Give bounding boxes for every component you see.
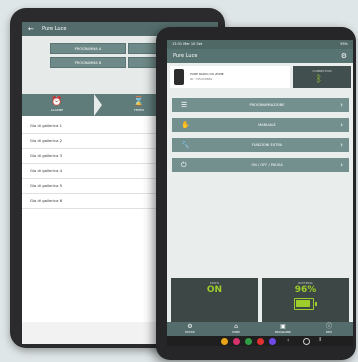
front-tablet-screen: 13:31 Mer 10 Set 95% Pure Luce ⚙ PURE RA… [167, 40, 353, 346]
recents-nav-icon[interactable]: ⦀ [319, 337, 321, 343]
battery-tip [315, 302, 317, 306]
nav-programs[interactable]: ▣ PROGRAMMI [260, 322, 306, 336]
nav-home[interactable]: ⌂ HOME [213, 322, 259, 336]
chevron-right-icon: › [340, 141, 343, 149]
status-value: ON [206, 285, 223, 295]
device-card[interactable]: PURE RADIO DO ZONE ID: 745430665 [170, 66, 290, 88]
power-icon: ⏻ [181, 161, 187, 169]
app-bar: Pure Luce ⚙ [167, 49, 353, 63]
home-nav-icon[interactable] [303, 338, 310, 345]
program-b-button[interactable]: PROGRAMMA B [50, 57, 126, 68]
battery-panel: BATTERIA 96% [262, 278, 349, 322]
bottom-nav: ⚙ DEVICE ⌂ HOME ▣ PROGRAMMI ⓘ INFO [167, 322, 353, 336]
nav-info[interactable]: ⓘ INFO [306, 322, 352, 336]
battery-fill [296, 300, 311, 307]
menu-programming-button[interactable]: ☰ PROGRAMMAZIONE › [172, 98, 349, 112]
system-nav-bar: ‹ ⦀ [167, 336, 353, 346]
alarm-clock-icon: ⏰ [51, 97, 63, 107]
step-alarm[interactable]: ⏰ ALARME [22, 94, 92, 116]
app-shortcut-icon[interactable] [269, 338, 276, 345]
menu-power-button[interactable]: ⏻ ON / OFF / PAUSA › [172, 158, 349, 172]
chevron-right-icon: › [340, 101, 343, 109]
connection-card: CONNECTION ᛒ [293, 66, 351, 88]
status-battery: 95% [340, 42, 348, 46]
menu-manual-button[interactable]: ✋ MANUALE › [172, 118, 349, 132]
app-shortcut-icon[interactable] [221, 338, 228, 345]
chevron-right-icon: › [340, 161, 343, 169]
status-panel: STATO ON [171, 278, 258, 322]
device-id: ID: 745430665 [190, 77, 213, 81]
back-arrow-icon[interactable]: ← [28, 22, 34, 36]
hand-icon: ✋ [181, 121, 190, 129]
nav-device[interactable]: ⚙ DEVICE [167, 322, 213, 336]
info-icon: ⓘ [325, 323, 332, 330]
connection-label: CONNECTION [312, 69, 332, 73]
menu-extra-button[interactable]: 🔧 FUNZIONI EXTRA › [172, 138, 349, 152]
app-shortcut-icon[interactable] [257, 338, 264, 345]
program-a-button[interactable]: PROGRAMMA A [50, 43, 126, 54]
app-shortcut-icon[interactable] [245, 338, 252, 345]
device-name: PURE RADIO DO ZONE [190, 72, 224, 76]
list-icon: ☰ [181, 101, 188, 109]
battery-value: 96% [294, 285, 317, 295]
battery-icon [294, 298, 317, 310]
step-chevron [94, 94, 102, 116]
program-icon: ▣ [280, 323, 286, 330]
app-shortcut-icon[interactable] [233, 338, 240, 345]
gear-icon[interactable]: ⚙ [341, 49, 347, 63]
home-icon: ⌂ [234, 323, 238, 330]
status-time: 13:31 Mer 10 Set [172, 42, 203, 46]
bluetooth-icon: ᛒ [316, 74, 322, 85]
wrench-icon: 🔧 [181, 141, 190, 149]
status-bar: 13:31 Mer 10 Set 95% [167, 40, 353, 49]
back-nav-icon[interactable]: ‹ [287, 337, 289, 344]
chevron-right-icon: › [340, 121, 343, 129]
back-app-title: Pure Luce [42, 26, 67, 32]
device-icon: ⚙ [187, 323, 193, 330]
device-image-icon [174, 69, 184, 85]
app-title: Pure Luce [173, 53, 198, 59]
